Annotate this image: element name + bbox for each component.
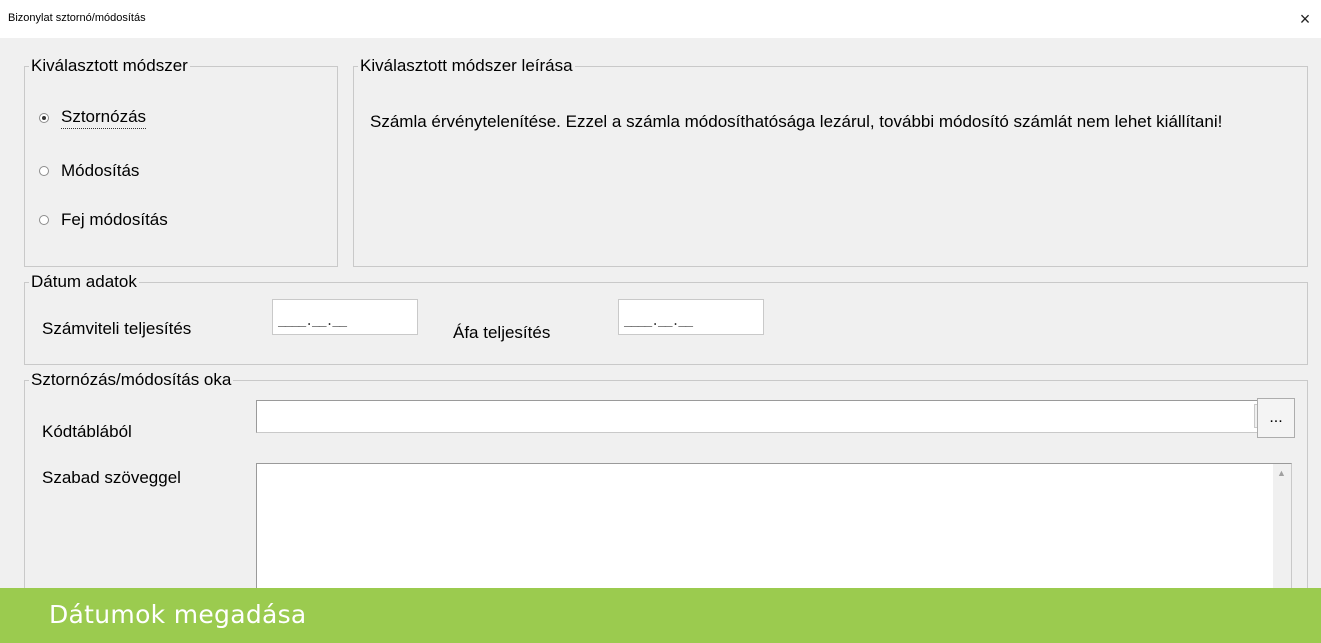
banner-text: Dátumok megadása	[49, 600, 307, 629]
radio-modositas[interactable]: Módosítás	[39, 160, 139, 182]
accounting-date-input[interactable]: ____.__.__	[272, 299, 418, 335]
accounting-date-label: Számviteli teljesítés	[42, 319, 192, 338]
vat-date-label: Áfa teljesítés	[453, 323, 551, 342]
method-group: Kiválasztott módszer Sztornózás Módosítá…	[24, 56, 338, 267]
close-icon[interactable]: ×	[1293, 6, 1317, 32]
scroll-up-icon[interactable]: ▲	[1277, 468, 1286, 478]
code-table-label: Kódtáblából	[42, 422, 132, 441]
dates-legend: Dátum adatok	[29, 272, 139, 292]
vertical-scrollbar[interactable]: ▲	[1273, 464, 1291, 602]
code-table-select[interactable]: ▼	[256, 400, 1270, 433]
radio-label: Sztornózás	[61, 106, 147, 129]
caption-banner: Dátumok megadása	[0, 588, 1321, 643]
free-text-label: Szabad szöveggel	[42, 468, 181, 487]
description-legend: Kiválasztott módszer leírása	[358, 56, 575, 76]
radio-fej-modositas[interactable]: Fej módosítás	[39, 209, 168, 231]
radio-label: Fej módosítás	[61, 210, 168, 229]
window-title: Bizonylat sztornó/módosítás	[8, 12, 146, 24]
dates-group: Dátum adatok Számviteli teljesítés ____.…	[24, 272, 1308, 365]
title-bar: Bizonylat sztornó/módosítás ×	[0, 0, 1321, 38]
radio-sztornozas[interactable]: Sztornózás	[39, 106, 147, 129]
reason-group: Sztornózás/módosítás oka Kódtáblából ▼ .…	[24, 370, 1308, 603]
reason-legend: Sztornózás/módosítás oka	[29, 370, 234, 390]
description-group: Kiválasztott módszer leírása Számla érvé…	[353, 56, 1308, 267]
vat-date-input[interactable]: ____.__.__	[618, 299, 764, 335]
radio-unselected-icon[interactable]	[39, 215, 49, 225]
radio-label: Módosítás	[61, 161, 140, 180]
free-text-area[interactable]: ▲	[256, 463, 1292, 603]
radio-unselected-icon[interactable]	[39, 166, 49, 176]
description-text: Számla érvénytelenítése. Ezzel a számla …	[370, 112, 1223, 131]
radio-selected-icon[interactable]	[39, 112, 49, 123]
browse-button[interactable]: ...	[1257, 398, 1295, 438]
method-legend: Kiválasztott módszer	[29, 56, 190, 76]
